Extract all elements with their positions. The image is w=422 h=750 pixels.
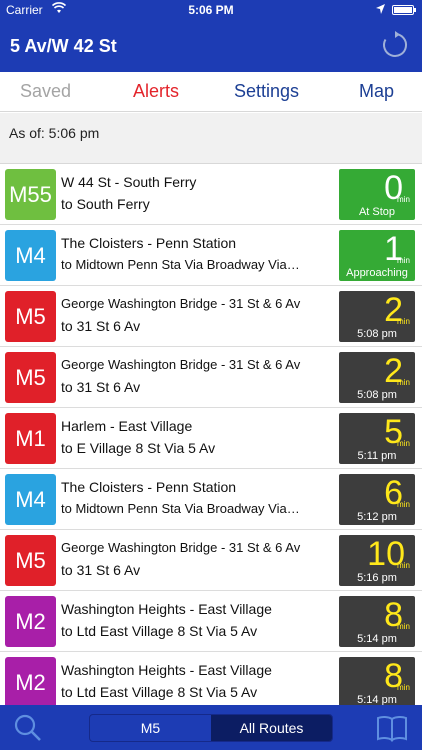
eta-time: 5:08 pm [357,389,397,401]
eta-box: 6 min 5:12 pm [339,474,415,525]
eta-unit: min [397,439,410,448]
route-badge: M4 [5,230,56,281]
arrival-list[interactable]: M55 W 44 St - South Ferry to South Ferry… [0,164,422,705]
route-badge: M5 [5,535,56,586]
refresh-icon[interactable] [380,30,410,60]
eta-box: 8 min 5:14 pm [339,657,415,705]
as-of-timestamp: As of: 5:06 pm [9,125,100,141]
eta-unit: min [397,561,410,570]
route-badge: M55 [5,169,56,220]
route-direction: to 31 St 6 Av [61,379,141,395]
route-direction: to 31 St 6 Av [61,562,141,578]
tab-saved[interactable]: Saved [20,81,71,102]
eta-time: 5:16 pm [357,572,397,584]
eta-time: 5:11 pm [357,450,397,462]
eta-status: Approaching [346,267,408,279]
route-destination: George Washington Bridge - 31 St & 6 Av [61,296,301,311]
tab-settings[interactable]: Settings [234,81,299,102]
route-destination: George Washington Bridge - 31 St & 6 Av [61,540,301,555]
route-destination: Harlem - East Village [61,418,193,434]
eta-status: At Stop [358,206,396,218]
route-badge: M2 [5,657,56,705]
eta-unit: min [397,317,410,326]
route-destination: George Washington Bridge - 31 St & 6 Av [61,357,301,372]
eta-minutes: 8 [384,657,403,695]
arrival-row[interactable]: M2 Washington Heights - East Village to … [0,591,422,652]
location-arrow-icon [376,4,385,14]
arrival-row[interactable]: M5 George Washington Bridge - 31 St & 6 … [0,347,422,408]
eta-box: 2 min 5:08 pm [339,291,415,342]
arrival-row[interactable]: M55 W 44 St - South Ferry to South Ferry… [0,164,422,225]
segment-all-routes[interactable]: All Routes [211,715,332,741]
nav-bar: 5 Av/W 42 St [0,20,422,72]
eta-unit: min [397,378,410,387]
battery-icon [392,5,416,15]
eta-minutes: 1 [384,230,403,268]
arrival-row[interactable]: M5 George Washington Bridge - 31 St & 6 … [0,530,422,591]
eta-minutes: 2 [384,352,403,390]
eta-box: 8 min 5:14 pm [339,596,415,647]
eta-time: 5:14 pm [357,694,397,705]
eta-minutes: 8 [384,596,403,634]
route-direction: to Midtown Penn Sta Via Broadway Via 5 A… [61,257,303,272]
route-destination: W 44 St - South Ferry [61,174,197,190]
eta-minutes: 5 [384,413,403,451]
status-bar: Carrier 5:06 PM [0,0,422,20]
eta-minutes: 0 [384,169,403,207]
eta-unit: min [397,256,410,265]
eta-minutes: 6 [384,474,403,512]
route-filter-segmented-control: M5 All Routes [89,714,333,742]
route-destination: The Cloisters - Penn Station [61,235,237,251]
route-direction: to South Ferry [61,196,150,212]
eta-unit: min [397,195,410,204]
arrival-row[interactable]: M5 George Washington Bridge - 31 St & 6 … [0,286,422,347]
route-badge: M4 [5,474,56,525]
as-of-bar: As of: 5:06 pm [0,113,422,164]
stop-title: 5 Av/W 42 St [10,36,117,56]
route-badge: M1 [5,413,56,464]
eta-box: 1 min Approaching [339,230,415,281]
search-icon[interactable] [12,713,44,743]
route-destination: Washington Heights - East Village [61,662,272,678]
eta-box: 5 min 5:11 pm [339,413,415,464]
arrival-row[interactable]: M1 Harlem - East Village to E Village 8 … [0,408,422,469]
tab-map[interactable]: Map [359,81,394,102]
bottom-toolbar: M5 All Routes [0,705,422,750]
eta-unit: min [397,683,410,692]
route-direction: to Ltd East Village 8 St Via 5 Av [61,623,258,639]
tab-bar: Saved Alerts Settings Map [0,72,422,112]
route-destination: The Cloisters - Penn Station [61,479,237,495]
arrival-row[interactable]: M4 The Cloisters - Penn Station to Midto… [0,225,422,286]
route-direction: to Ltd East Village 8 St Via 5 Av [61,684,258,700]
eta-unit: min [397,622,410,631]
eta-box: 2 min 5:08 pm [339,352,415,403]
route-destination: Washington Heights - East Village [61,601,272,617]
eta-minutes: 10 [367,535,405,573]
route-direction: to Midtown Penn Sta Via Broadway Via 5 A… [61,501,303,516]
route-badge: M5 [5,291,56,342]
arrival-row[interactable]: M2 Washington Heights - East Village to … [0,652,422,705]
eta-time: 5:12 pm [357,511,397,523]
eta-time: 5:14 pm [357,633,397,645]
route-badge: M5 [5,352,56,403]
segment-m5[interactable]: M5 [90,715,211,741]
route-badge: M2 [5,596,56,647]
arrival-row[interactable]: M4 The Cloisters - Penn Station to Midto… [0,469,422,530]
eta-box: 0 min At Stop [339,169,415,220]
eta-minutes: 2 [384,291,403,329]
tab-alerts[interactable]: Alerts [133,81,179,102]
eta-unit: min [397,500,410,509]
book-icon[interactable] [376,713,408,743]
eta-time: 5:08 pm [357,328,397,340]
clock: 5:06 PM [188,3,234,17]
route-direction: to 31 St 6 Av [61,318,141,334]
eta-box: 10 min 5:16 pm [339,535,415,586]
route-direction: to E Village 8 St Via 5 Av [61,440,216,456]
